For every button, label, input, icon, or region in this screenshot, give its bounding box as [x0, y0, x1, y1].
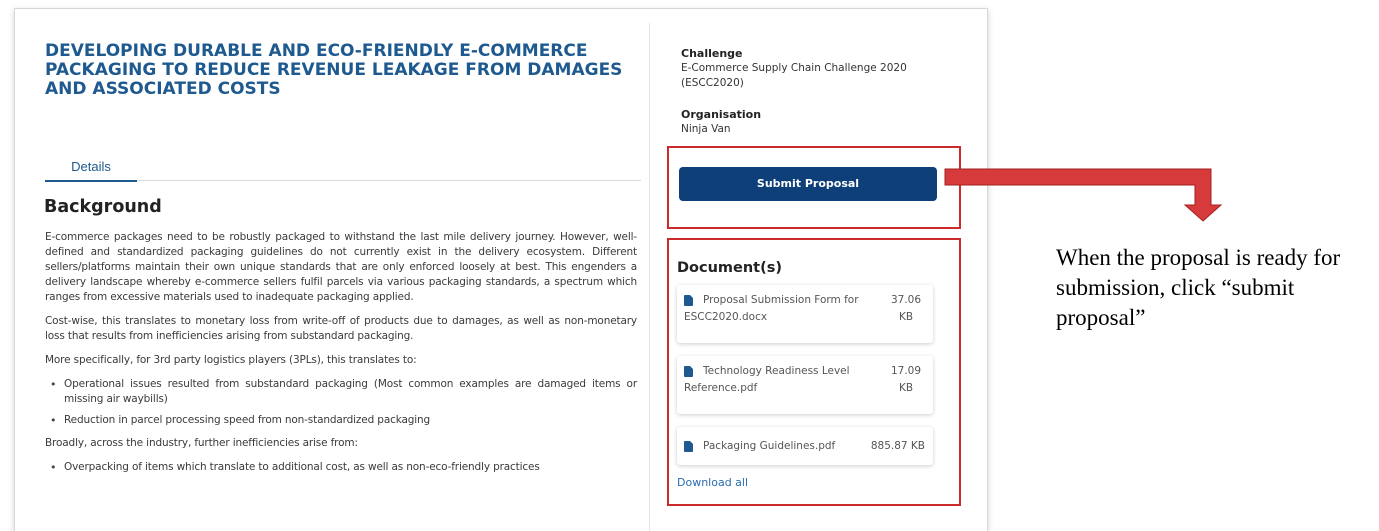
document-size: 37.06 KB [890, 294, 922, 323]
section-heading: Background [44, 197, 162, 217]
paragraph: E-commerce packages need to be robustly … [45, 231, 637, 303]
background-body: E-commerce packages need to be robustly … [45, 230, 637, 483]
documents-highlight-box: Document(s) Proposal Submission Form for… [667, 238, 961, 506]
document-name: Proposal Submission Form for ESCC2020.do… [684, 294, 859, 323]
paragraph: Cost-wise, this translates to monetary l… [45, 315, 637, 342]
download-all-link[interactable]: Download all [677, 476, 748, 489]
challenge-label: Challenge [681, 47, 743, 60]
tab-divider [137, 180, 641, 181]
column-divider [649, 23, 650, 531]
organisation-value: Ninja Van [681, 123, 731, 135]
paragraph: Broadly, across the industry, further in… [45, 437, 358, 449]
list-item: Operational issues resulted from substan… [50, 377, 637, 407]
instruction-note: When the proposal is ready for submissio… [1056, 245, 1341, 330]
document-name: Packaging Guidelines.pdf [703, 440, 836, 452]
challenge-info: Challenge E-Commerce Supply Chain Challe… [681, 27, 941, 137]
document-size: 885.87 KB [870, 440, 925, 452]
document-card[interactable]: Packaging Guidelines.pdf 885.87 KB [677, 427, 933, 465]
tab-active-indicator [45, 180, 137, 182]
tab-details[interactable]: Details [45, 159, 137, 174]
bullet-list: Overpacking of items which translate to … [45, 460, 637, 475]
submit-proposal-button[interactable]: Submit Proposal [679, 167, 937, 201]
paragraph: More specifically, for 3rd party logisti… [45, 354, 417, 366]
document-size: 17.09 KB [890, 365, 922, 394]
page-title: DEVELOPING DURABLE AND ECO-FRIENDLY E-CO… [45, 41, 623, 99]
submit-highlight-box: Submit Proposal [667, 146, 961, 229]
page-frame: DEVELOPING DURABLE AND ECO-FRIENDLY E-CO… [14, 8, 988, 531]
list-item: Overpacking of items which translate to … [50, 460, 637, 475]
list-item: Reduction in parcel processing speed fro… [50, 413, 637, 428]
organisation-label: Organisation [681, 108, 762, 121]
challenge-value: E-Commerce Supply Chain Challenge 2020 (… [681, 62, 907, 89]
bullet-list: Operational issues resulted from substan… [45, 377, 637, 428]
documents-title: Document(s) [677, 260, 782, 276]
document-card[interactable]: Technology Readiness Level Reference.pdf… [677, 356, 933, 414]
callout-arrow [944, 168, 1223, 222]
document-card[interactable]: Proposal Submission Form for ESCC2020.do… [677, 285, 933, 343]
document-name: Technology Readiness Level Reference.pdf [684, 365, 850, 394]
